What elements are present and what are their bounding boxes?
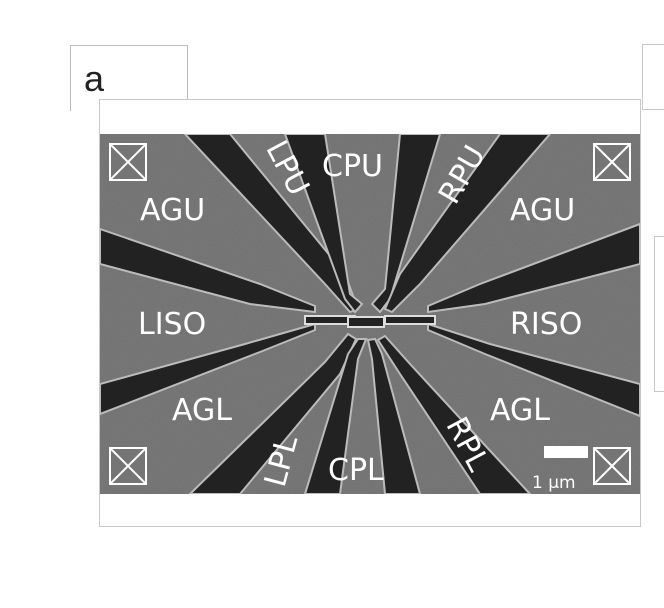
- panel-label: a: [84, 58, 105, 99]
- adjacent-panel-edge: [654, 236, 664, 392]
- label-cpl: CPL: [328, 453, 384, 488]
- sem-micrograph: CPU LPU RPU AGU AGU LISO RISO AGL AGL LP…: [100, 134, 640, 494]
- label-cpu: CPU: [322, 149, 383, 184]
- scale-bar: [544, 446, 588, 458]
- label-agu-left: AGU: [140, 193, 205, 228]
- label-agl-right: AGL: [490, 393, 550, 428]
- label-agu-right: AGU: [510, 193, 575, 228]
- scale-bar-label: 1 μm: [532, 473, 576, 493]
- label-riso: RISO: [510, 307, 582, 342]
- label-liso: LISO: [138, 307, 206, 342]
- label-agl-left: AGL: [172, 393, 232, 428]
- adjacent-panel-edge: [642, 44, 664, 110]
